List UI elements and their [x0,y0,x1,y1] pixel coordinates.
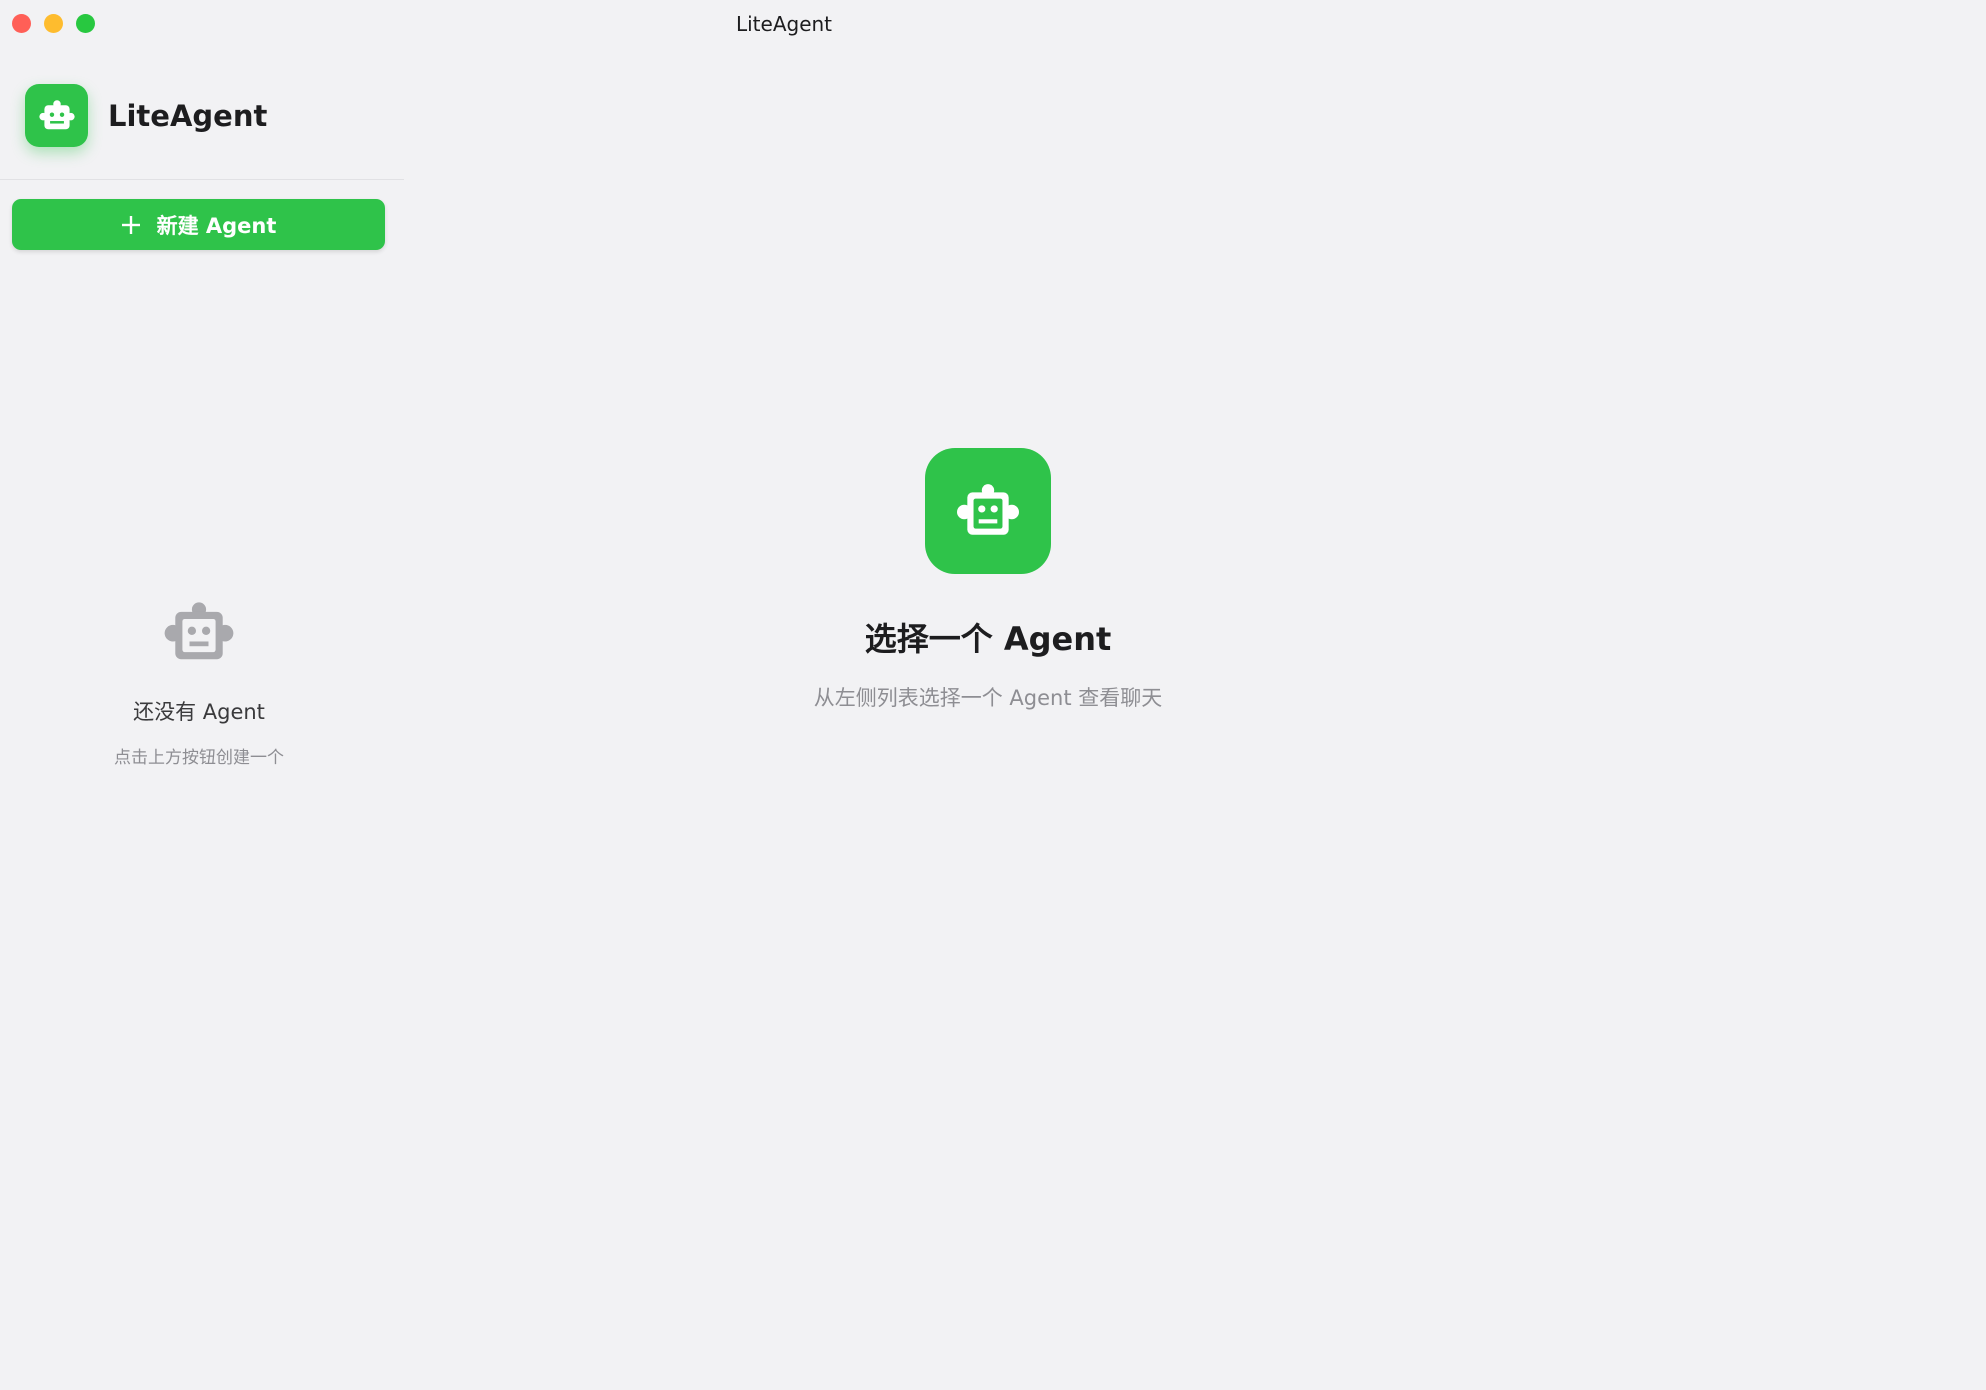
app-name: LiteAgent [108,98,268,133]
new-agent-button[interactable]: 新建 Agent [12,199,385,250]
main-subtitle: 从左侧列表选择一个 Agent 查看聊天 [813,686,1163,710]
sidebar-header: LiteAgent [25,84,267,147]
new-agent-button-label: 新建 Agent [156,213,277,238]
main-empty-state: 选择一个 Agent 从左侧列表选择一个 Agent 查看聊天 [404,448,1572,712]
empty-state-subtitle: 点击上方按钮创建一个 [114,748,284,768]
main-logo [925,448,1051,574]
app-logo [25,84,88,147]
main-panel: 选择一个 Agent 从左侧列表选择一个 Agent 查看聊天 [404,0,1568,1097]
robot-icon [957,484,1019,535]
plus-icon [121,215,141,235]
sidebar-divider [0,179,404,180]
sidebar-empty-state: 还没有 Agent 点击上方按钮创建一个 [0,600,398,768]
empty-state-title: 还没有 Agent [133,700,265,724]
main-title: 选择一个 Agent [864,620,1112,658]
robot-icon [38,99,75,129]
robot-icon [164,602,234,660]
sidebar: LiteAgent 新建 Agent 还没有 Agent 点击上方按钮创建一个 [0,0,404,1097]
app-window: LiteAgent LiteAgent 新建 Agent 还没有 Agent 点… [0,0,1568,1097]
